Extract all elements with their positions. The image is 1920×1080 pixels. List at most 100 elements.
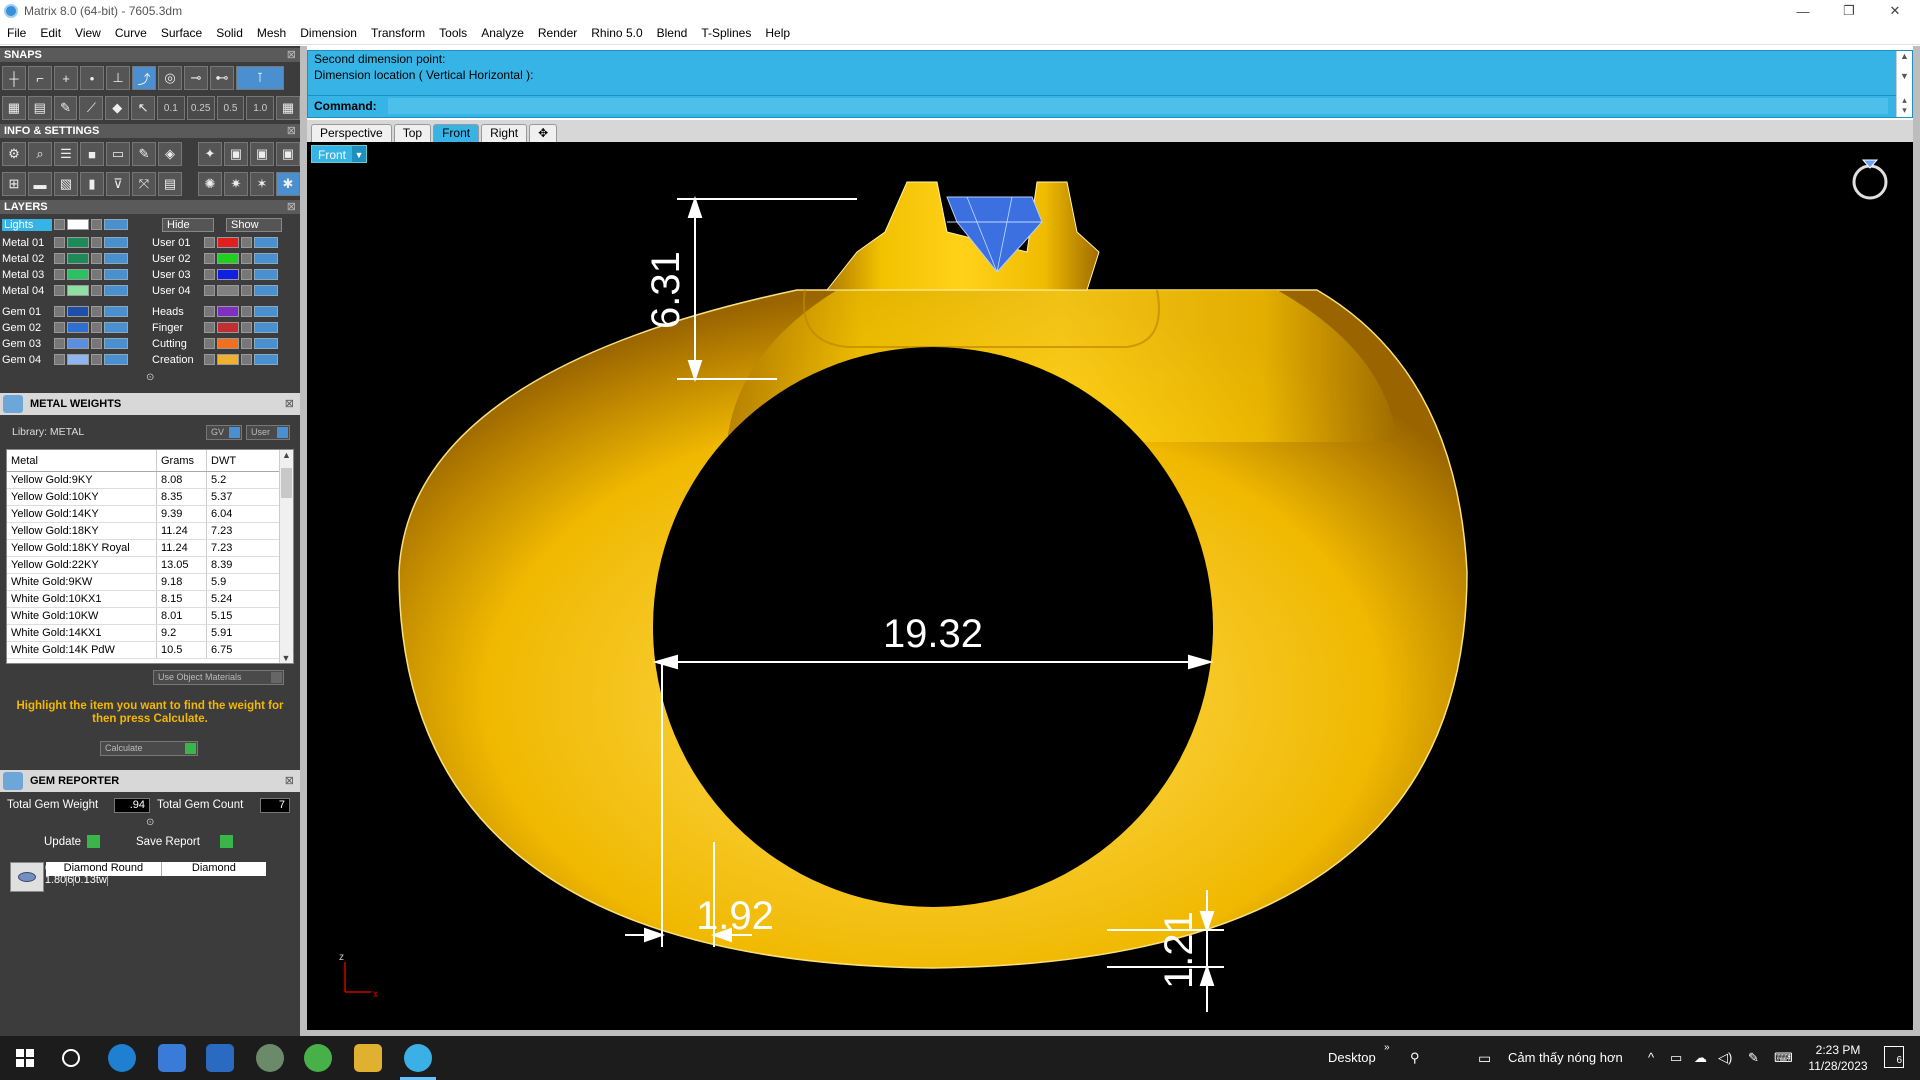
close-icon[interactable]: ⊠ bbox=[285, 770, 294, 792]
metal-table-scrollbar[interactable]: ▲ ▼ bbox=[279, 450, 293, 663]
restore-button[interactable]: ❐ bbox=[1826, 0, 1872, 22]
layer-visibility-toggle[interactable] bbox=[254, 285, 278, 296]
perp-snap-button[interactable]: ⊥ bbox=[106, 66, 130, 90]
layer-arrow-icon[interactable] bbox=[204, 354, 215, 365]
layer-color-swatch[interactable] bbox=[67, 237, 89, 248]
menu-mesh[interactable]: Mesh bbox=[250, 26, 293, 40]
layer-visibility-toggle[interactable] bbox=[104, 338, 128, 349]
layer-row-creation[interactable]: Creation bbox=[152, 352, 280, 367]
single-view-icon[interactable]: ▬ bbox=[28, 172, 52, 196]
point-snap-button[interactable]: + bbox=[54, 66, 78, 90]
close-icon[interactable]: ⊠ bbox=[287, 48, 296, 62]
lock-icon[interactable] bbox=[91, 237, 102, 248]
panel-divider[interactable] bbox=[300, 46, 307, 1036]
grid-toggle-icon[interactable]: ▦ bbox=[276, 96, 300, 120]
mid-snap-button[interactable]: • bbox=[80, 66, 104, 90]
menu-dimension[interactable]: Dimension bbox=[293, 26, 364, 40]
lights-arrow[interactable] bbox=[54, 219, 65, 230]
diamond-icon[interactable]: ◆ bbox=[105, 96, 130, 120]
layer-visibility-toggle[interactable] bbox=[104, 322, 128, 333]
store-icon[interactable] bbox=[158, 1044, 186, 1072]
quad-snap-button[interactable]: ⊸ bbox=[184, 66, 208, 90]
cylinder-icon[interactable]: ▮ bbox=[80, 172, 104, 196]
layer-visibility-toggle[interactable] bbox=[254, 306, 278, 317]
layer-arrow-icon[interactable] bbox=[54, 338, 65, 349]
layer-color-swatch[interactable] bbox=[67, 253, 89, 264]
tab-top[interactable]: Top bbox=[393, 124, 432, 142]
command-input[interactable] bbox=[388, 98, 1888, 114]
layer-arrow-icon[interactable] bbox=[54, 354, 65, 365]
close-button[interactable]: ✕ bbox=[1872, 0, 1918, 22]
grams-col-header[interactable]: Grams bbox=[157, 450, 207, 471]
add-viewport-icon[interactable]: ✥ bbox=[529, 124, 558, 142]
menu-rhino-5-0[interactable]: Rhino 5.0 bbox=[584, 26, 649, 40]
tool-a-icon[interactable]: ✦ bbox=[198, 142, 222, 166]
doc-icon[interactable]: ▤ bbox=[158, 172, 182, 196]
layer-visibility-toggle[interactable] bbox=[254, 269, 278, 280]
lock-icon[interactable] bbox=[91, 269, 102, 280]
lock-icon[interactable] bbox=[241, 338, 252, 349]
table-row[interactable]: White Gold:14K PdW 10.5 6.75 bbox=[7, 642, 293, 659]
layer-visibility-toggle[interactable] bbox=[104, 253, 128, 264]
table-row[interactable]: Yellow Gold:10KY 8.35 5.37 bbox=[7, 489, 293, 506]
layer-arrow-icon[interactable] bbox=[204, 253, 215, 264]
lock-icon[interactable] bbox=[241, 322, 252, 333]
settings-icon[interactable]: ⚙ bbox=[2, 142, 26, 166]
layer-row-metal-03[interactable]: Metal 03 bbox=[2, 267, 130, 282]
measure-icon[interactable]: ⟋ bbox=[79, 96, 104, 120]
menu-blend[interactable]: Blend bbox=[650, 26, 695, 40]
dimension-side-width[interactable]: 1.92 bbox=[696, 894, 774, 938]
history-scrollbar[interactable]: ▲ ▼ bbox=[1896, 51, 1912, 95]
save-report-button[interactable]: Save Report bbox=[136, 834, 233, 850]
table-row[interactable]: Yellow Gold:14KY 9.39 6.04 bbox=[7, 506, 293, 523]
network-icon[interactable]: ▭ bbox=[1670, 1050, 1682, 1066]
menu-render[interactable]: Render bbox=[531, 26, 584, 40]
tab-front[interactable]: Front bbox=[433, 124, 480, 142]
tool-f-icon[interactable]: ✷ bbox=[224, 172, 248, 196]
scroll-thumb[interactable] bbox=[281, 468, 292, 498]
layer-color-swatch[interactable] bbox=[217, 354, 239, 365]
layer-color-swatch[interactable] bbox=[67, 322, 89, 333]
dwt-col-header[interactable]: DWT bbox=[207, 450, 277, 471]
lights-label[interactable]: Lights bbox=[2, 218, 52, 231]
close-icon[interactable]: ⊠ bbox=[285, 393, 294, 415]
layer-visibility-toggle[interactable] bbox=[254, 237, 278, 248]
pen-icon[interactable]: ✎ bbox=[1748, 1050, 1759, 1066]
menu-help[interactable]: Help bbox=[758, 26, 797, 40]
keyboard-icon[interactable]: ⌨ bbox=[1774, 1050, 1793, 1066]
table-row[interactable]: Yellow Gold:18KY 11.24 7.23 bbox=[7, 523, 293, 540]
desktop-toolbar[interactable]: Desktop bbox=[1328, 1050, 1376, 1065]
table-row[interactable]: White Gold:9KW 9.18 5.9 bbox=[7, 574, 293, 591]
grid-icon[interactable]: ▦ bbox=[2, 96, 26, 120]
end-snap-button[interactable]: ┼ bbox=[2, 66, 26, 90]
dimension-height[interactable]: 6.31 bbox=[644, 251, 688, 329]
layer-color-swatch[interactable] bbox=[217, 237, 239, 248]
box-icon[interactable]: ▧ bbox=[54, 172, 78, 196]
lights-bar[interactable] bbox=[104, 219, 128, 230]
matrix-taskbar-icon[interactable] bbox=[404, 1044, 432, 1072]
table-row[interactable]: Yellow Gold:9KY 8.08 5.2 bbox=[7, 472, 293, 489]
use-object-materials-toggle[interactable]: Use Object Materials bbox=[153, 670, 284, 685]
tool-h-icon[interactable]: ✱ bbox=[276, 172, 300, 196]
layer-row-gem-03[interactable]: Gem 03 bbox=[2, 336, 130, 351]
search-icon[interactable] bbox=[62, 1049, 80, 1067]
table-row[interactable]: Yellow Gold:18KY Royal 11.24 7.23 bbox=[7, 540, 293, 557]
layer-row-user-01[interactable]: User 01 bbox=[152, 235, 280, 250]
cube-icon[interactable]: ■ bbox=[80, 142, 104, 166]
snap-value-0.5[interactable]: 0.5 bbox=[216, 96, 245, 120]
menu-t-splines[interactable]: T-Splines bbox=[694, 26, 758, 40]
layer-visibility-toggle[interactable] bbox=[254, 354, 278, 365]
layer-arrow-icon[interactable] bbox=[204, 285, 215, 296]
snap-value-0.1[interactable]: 0.1 bbox=[156, 96, 185, 120]
minimize-button[interactable]: — bbox=[1780, 0, 1826, 22]
rhino-icon[interactable] bbox=[256, 1044, 284, 1072]
gv-toggle[interactable]: GV bbox=[206, 425, 242, 440]
close-icon[interactable]: ⊠ bbox=[287, 124, 296, 138]
layer-row-cutting[interactable]: Cutting bbox=[152, 336, 280, 351]
lock-icon[interactable] bbox=[241, 354, 252, 365]
menu-view[interactable]: View bbox=[68, 26, 108, 40]
menu-transform[interactable]: Transform bbox=[364, 26, 432, 40]
menu-edit[interactable]: Edit bbox=[33, 26, 68, 40]
show-button[interactable]: Show bbox=[226, 217, 282, 232]
tab-right[interactable]: Right bbox=[481, 124, 528, 142]
